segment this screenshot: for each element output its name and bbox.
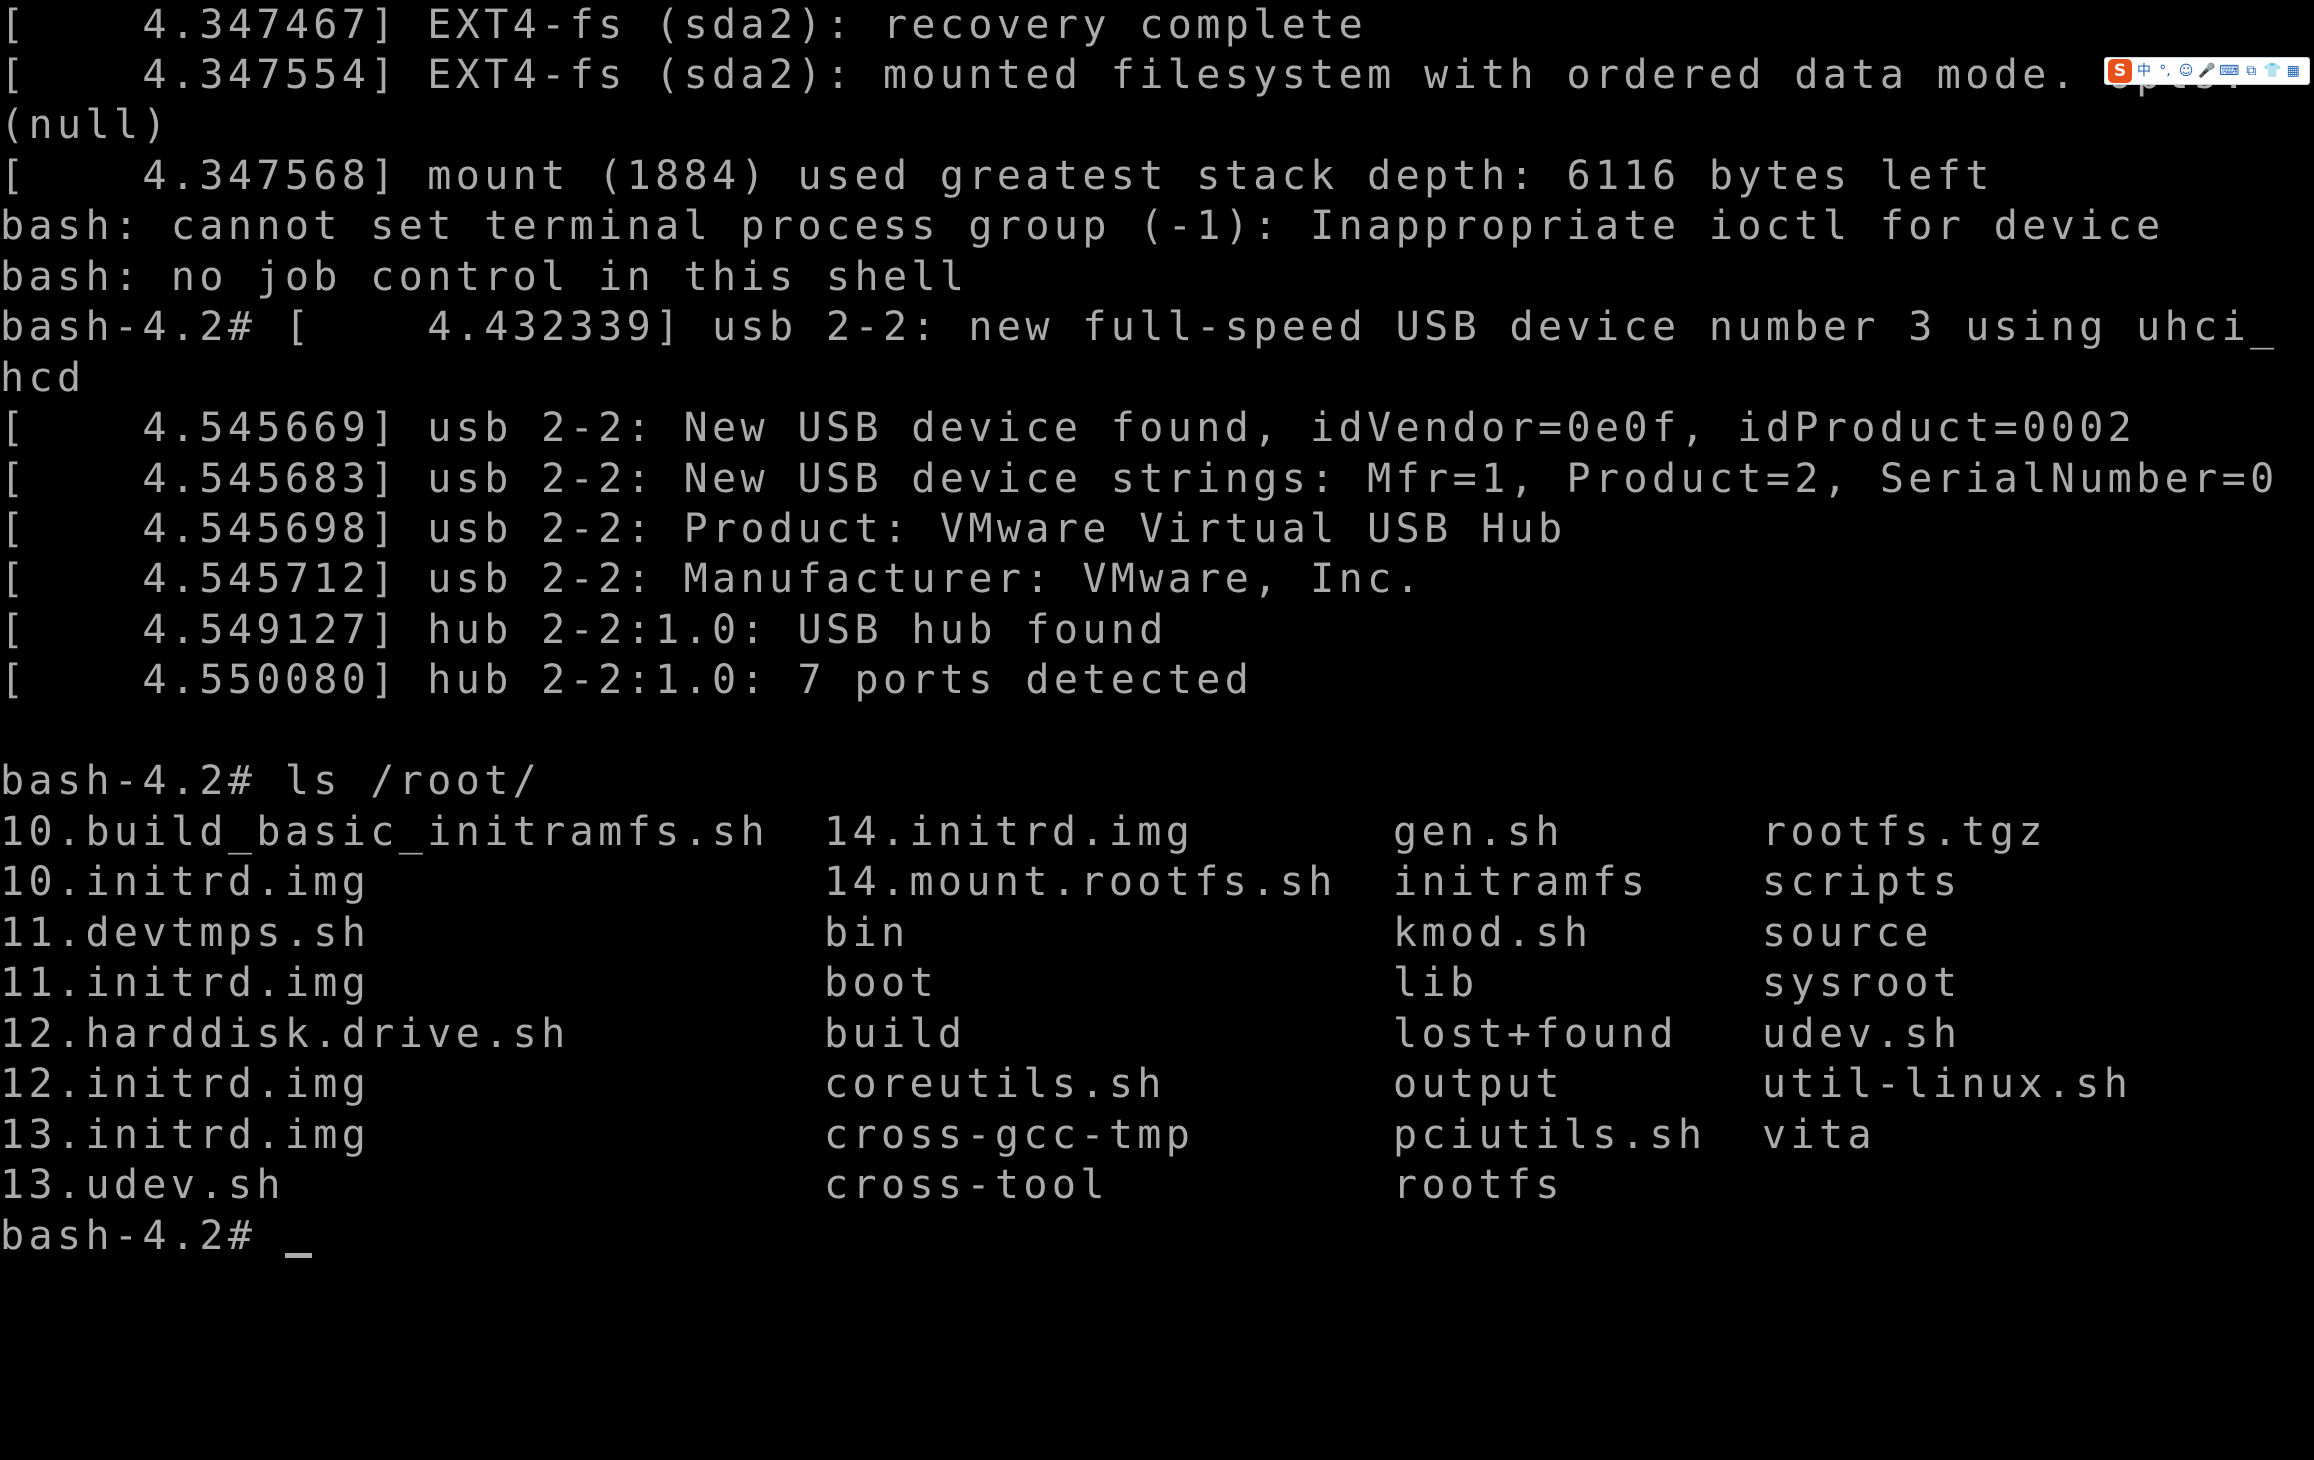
toolbox-icon[interactable]: ▦ — [2284, 60, 2302, 82]
terminal-console[interactable]: [ 4.347467] EXT4-fs (sda2): recovery com… — [0, 0, 2314, 1265]
ls-entry: coreutils.sh — [824, 1061, 1166, 1107]
voice-input-icon[interactable]: 🎤 — [2198, 60, 2216, 82]
ls-entry: 10.initrd.img — [0, 859, 371, 905]
ls-entry: 12.initrd.img — [0, 1061, 371, 1107]
ls-entry: sysroot — [1762, 960, 1962, 1006]
chinese-mode-icon[interactable]: 中 — [2135, 60, 2153, 82]
ls-row: 10.initrd.img 14.mount.rootfs.sh initram… — [0, 857, 1957, 907]
ls-entry: 12.harddisk.drive.sh — [0, 1011, 570, 1057]
ls-entry: output — [1393, 1061, 1564, 1107]
ls-entry: cross-tool — [824, 1162, 1109, 1208]
ls-row: 10.build_basic_initramfs.sh 14.initrd.im… — [0, 807, 2042, 857]
console-line: [ 4.347467] EXT4-fs (sda2): recovery com… — [0, 2, 1368, 48]
console-line: [ 4.545683] usb 2-2: New USB device stri… — [0, 456, 2279, 502]
ls-row: 13.udev.sh cross-tool rootfs — [0, 1160, 1560, 1210]
ls-entry: 11.devtmps.sh — [0, 910, 371, 956]
ls-entry: pciutils.sh — [1393, 1112, 1707, 1158]
ime-toolbar[interactable]: S 中 °, ☺ 🎤 ⌨ ⧉ 👕 ▦ — [2104, 57, 2310, 85]
ls-entry: vita — [1762, 1112, 1876, 1158]
console-line: bash-4.2# [ 4.432339] usb 2-2: new full-… — [0, 304, 2279, 350]
ls-row: 12.harddisk.drive.sh build lost+found ud… — [0, 1009, 1957, 1059]
ls-entry: 13.initrd.img — [0, 1112, 371, 1158]
text-cursor — [285, 1253, 312, 1258]
ls-entry: source — [1762, 910, 1933, 956]
skin-icon[interactable]: ⧉ — [2242, 60, 2260, 82]
ls-entry: 14.initrd.img — [824, 809, 1195, 855]
console-line: [ 4.549127] hub 2-2:1.0: USB hub found — [0, 607, 1168, 653]
console-line: (null) — [0, 102, 171, 148]
ls-entry: lib — [1393, 960, 1479, 1006]
ls-entry: bin — [824, 910, 910, 956]
console-line: [ 4.545712] usb 2-2: Manufacturer: VMwar… — [0, 556, 1425, 602]
console-line: bash-4.2# ls /root/ — [0, 758, 542, 804]
ls-entry: 10.build_basic_initramfs.sh — [0, 809, 770, 855]
punctuation-icon[interactable]: °, — [2156, 60, 2174, 82]
console-line: hcd — [0, 355, 86, 401]
ls-row: 11.initrd.img boot lib sysroot — [0, 958, 1957, 1008]
console-line: [ 4.545698] usb 2-2: Product: VMware Vir… — [0, 506, 1567, 552]
shell-prompt[interactable]: bash-4.2# — [0, 1211, 285, 1261]
console-line: [ 4.347568] mount (1884) used greatest s… — [0, 153, 1994, 199]
ls-entry: kmod.sh — [1393, 910, 1593, 956]
ls-entry: udev.sh — [1762, 1011, 1962, 1057]
ls-entry: rootfs.tgz — [1762, 809, 2047, 855]
ls-entry: cross-gcc-tmp — [824, 1112, 1195, 1158]
ls-entry: 13.udev.sh — [0, 1162, 285, 1208]
ls-row: 12.initrd.img coreutils.sh output util-l… — [0, 1059, 2128, 1109]
ls-entry: rootfs — [1393, 1162, 1564, 1208]
console-line: bash: no job control in this shell — [0, 254, 969, 300]
emoji-icon[interactable]: ☺ — [2177, 60, 2195, 82]
ls-entry: 11.initrd.img — [0, 960, 371, 1006]
ls-entry: gen.sh — [1393, 809, 1564, 855]
ls-entry: scripts — [1762, 859, 1962, 905]
console-line: [ 4.545669] usb 2-2: New USB device foun… — [0, 405, 2137, 451]
ls-entry: initramfs — [1393, 859, 1650, 905]
ls-entry: build — [824, 1011, 967, 1057]
ls-entry: 14.mount.rootfs.sh — [824, 859, 1337, 905]
ls-row: 13.initrd.img cross-gcc-tmp pciutils.sh … — [0, 1110, 1872, 1160]
ls-entry: lost+found — [1393, 1011, 1678, 1057]
console-line: bash: cannot set terminal process group … — [0, 203, 2165, 249]
ls-row: 11.devtmps.sh bin kmod.sh source — [0, 908, 1929, 958]
ime-logo-icon[interactable]: S — [2108, 59, 2132, 83]
shirt-icon[interactable]: 👕 — [2263, 60, 2281, 82]
console-line: [ 4.347554] EXT4-fs (sda2): mounted file… — [0, 52, 2251, 98]
console-line: [ 4.550080] hub 2-2:1.0: 7 ports detecte… — [0, 657, 1254, 703]
ls-entry: util-linux.sh — [1762, 1061, 2133, 1107]
keyboard-icon[interactable]: ⌨ — [2219, 60, 2239, 82]
ls-entry: boot — [824, 960, 938, 1006]
